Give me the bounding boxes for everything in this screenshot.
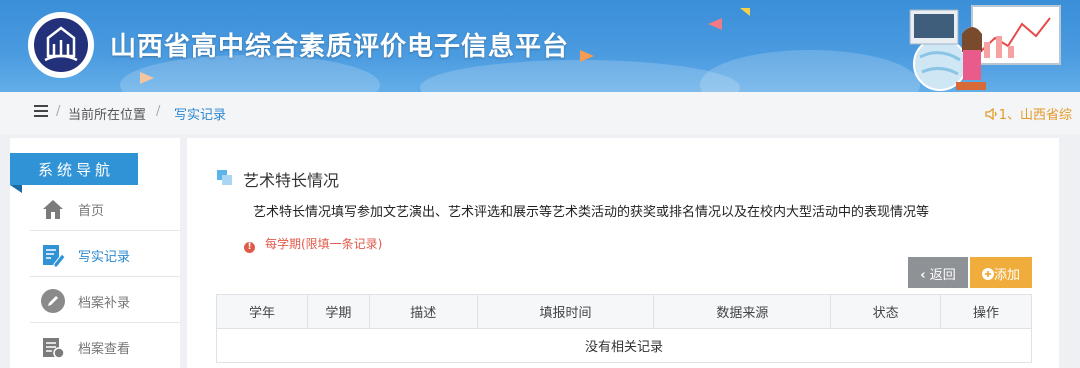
menu-icon[interactable] [34, 105, 48, 117]
kite-decoration [580, 50, 594, 62]
kite-decoration [740, 8, 750, 16]
sidebar: 系统导航 首页 写实记录 档案补录 档案查看 [10, 138, 180, 368]
speaker-icon [985, 107, 997, 121]
archive-icon [43, 338, 65, 359]
notice-text: 1、山西省综 [998, 108, 1072, 123]
column-header[interactable]: 状态 [830, 294, 942, 329]
column-header[interactable]: 学期 [306, 294, 370, 329]
warning-message: ! 每学期(限填一条记录) [244, 235, 382, 253]
sidebar-item-supplement[interactable]: 档案补录 [30, 278, 180, 323]
column-header[interactable]: 描述 [368, 294, 478, 329]
sidebar-item-records[interactable]: 写实记录 [30, 232, 180, 277]
cloud-decoration [420, 60, 740, 92]
warning-icon: ! [244, 242, 255, 253]
main-content: 艺术特长情况 艺术特长情况填写参加文艺演出、艺术评选和展示等艺术类活动的获奖或排… [187, 138, 1059, 368]
site-header: 山西省高中综合素质评价电子信息平台 [0, 0, 1080, 92]
section-title: 艺术特长情况 [243, 171, 340, 190]
warning-text: 每学期(限填一条记录) [265, 237, 383, 251]
back-button[interactable]: ‹ 返回 [908, 257, 968, 288]
sidebar-item-view[interactable]: 档案查看 [30, 324, 180, 368]
pencil-icon [41, 289, 65, 313]
chevron-left-icon: ‹ [920, 268, 926, 283]
table-row: 没有相关记录 [216, 328, 1032, 363]
kite-decoration [708, 18, 722, 30]
sidebar-item-label: 写实记录 [78, 250, 131, 265]
sidebar-item-home[interactable]: 首页 [30, 186, 180, 231]
plus-circle-icon [981, 268, 994, 280]
back-button-label: 返回 [929, 268, 956, 283]
empty-table-message: 没有相关记录 [216, 328, 1032, 363]
site-title: 山西省高中综合素质评价电子信息平台 [110, 32, 570, 62]
logo-emblem-icon [44, 26, 78, 62]
column-header[interactable]: 数据来源 [653, 294, 832, 329]
kite-decoration [140, 72, 154, 84]
breadcrumb-current[interactable]: 写实记录 [174, 104, 226, 123]
section-marker-icon [217, 170, 232, 185]
section-description: 艺术特长情况填写参加文艺演出、艺术评选和展示等艺术类活动的获奖或排名情况以及在校… [253, 205, 930, 220]
records-table: 学年 学期 描述 填报时间 数据来源 状态 操作 没有相关记录 [216, 294, 1032, 363]
table-header-row: 学年 学期 描述 填报时间 数据来源 状态 操作 [216, 294, 1032, 329]
breadcrumb-separator: / [56, 104, 61, 119]
cloud-decoration [700, 50, 920, 92]
sidebar-title: 系统导航 [10, 153, 138, 193]
notice-ticker[interactable]: 1、山西省综 [985, 104, 1072, 123]
add-button[interactable]: 添加 [970, 257, 1032, 288]
sidebar-item-label: 档案补录 [78, 296, 131, 311]
column-header[interactable]: 填报时间 [476, 294, 655, 329]
breadcrumb-location-label: 当前所在位置 [68, 108, 147, 123]
column-header[interactable]: 操作 [940, 294, 1032, 329]
sidebar-item-label: 首页 [78, 204, 105, 219]
sidebar-item-label: 档案查看 [78, 342, 131, 357]
breadcrumb: / 当前所在位置 / 写实记录 1、山西省综 [0, 92, 1080, 134]
home-icon [43, 200, 63, 219]
breadcrumb-separator: / [156, 104, 161, 119]
edit-note-icon [43, 245, 66, 268]
site-logo [28, 12, 94, 78]
header-illustration [909, 5, 1061, 91]
column-header[interactable]: 学年 [216, 294, 308, 329]
add-button-label: 添加 [993, 268, 1020, 283]
